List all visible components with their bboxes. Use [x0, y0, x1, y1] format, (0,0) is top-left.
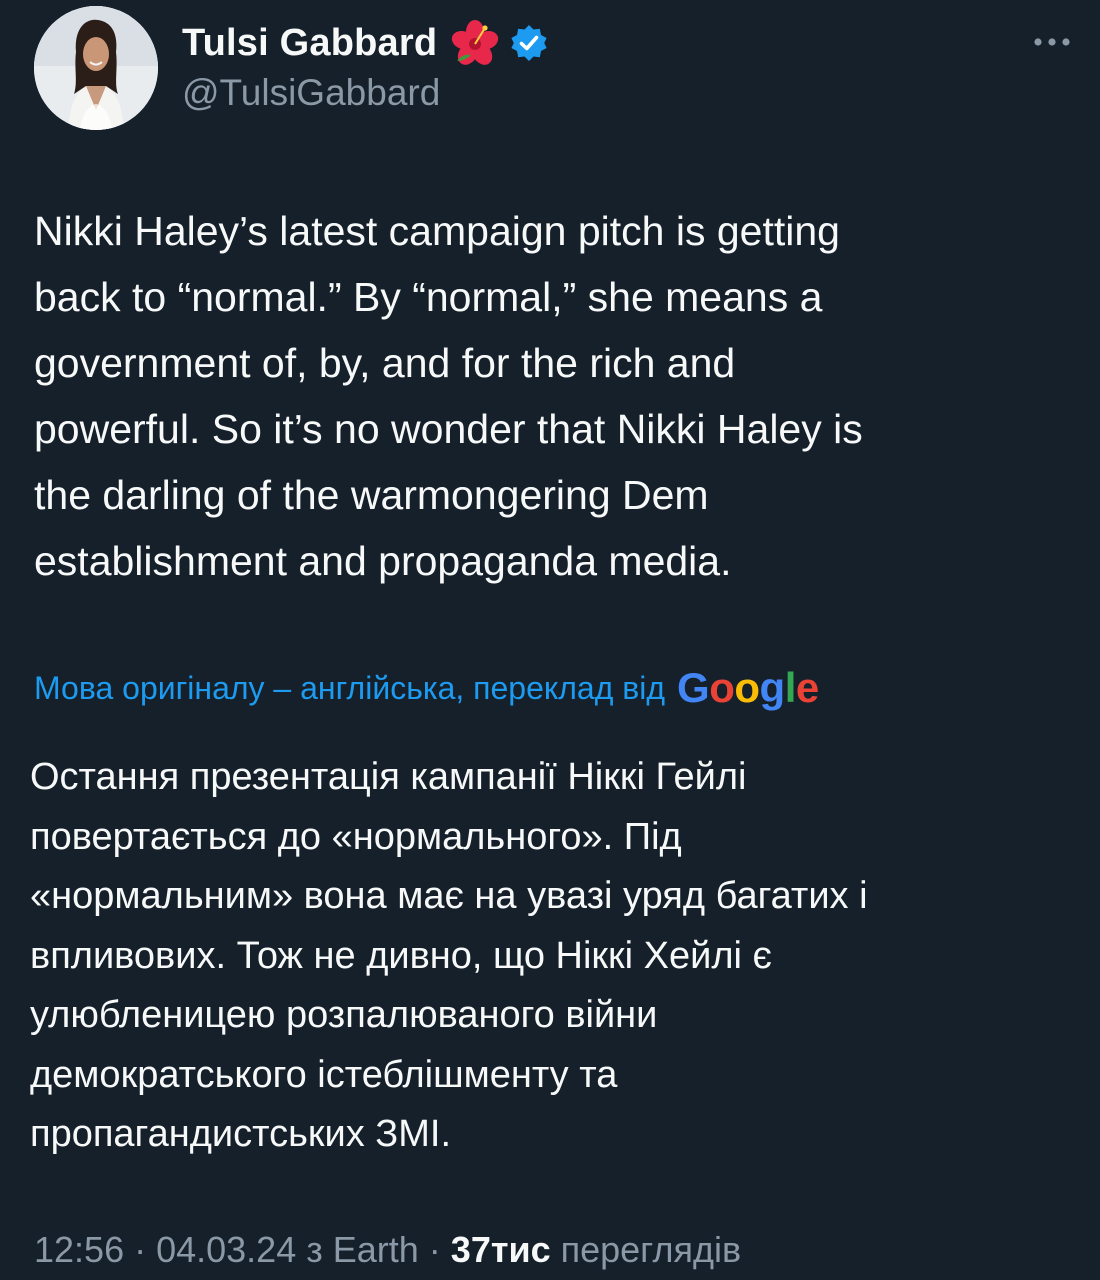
- translation-attribution[interactable]: Мова оригіналу – англійська, переклад ві…: [34, 660, 819, 716]
- verified-badge-icon[interactable]: [509, 23, 549, 63]
- tweet-time[interactable]: 12:56: [34, 1229, 124, 1271]
- author-display-name[interactable]: Tulsi Gabbard: [182, 22, 437, 65]
- hibiscus-icon: [449, 17, 501, 69]
- tweet-date[interactable]: 04.03.24: [156, 1229, 296, 1271]
- google-logo: Google: [677, 664, 819, 711]
- more-options-icon[interactable]: [1030, 32, 1074, 52]
- avatar[interactable]: [34, 6, 158, 130]
- tweet-source: з Earth: [306, 1229, 419, 1270]
- translation-label[interactable]: Мова оригіналу – англійська, переклад ві…: [34, 670, 665, 707]
- tweet-header: Tulsi Gabbard @TulsiGabbard: [34, 6, 1074, 130]
- views-count[interactable]: 37тис: [451, 1229, 551, 1271]
- tweet-meta: 12:56 · 04.03.24 з Earth · 37тис перегля…: [34, 1226, 741, 1274]
- meta-separator: ·: [428, 1229, 441, 1270]
- translated-text: Остання презентація кампанії Ніккі Гейлі…: [30, 756, 868, 1155]
- author-name-row: Tulsi Gabbard: [182, 18, 549, 68]
- views-label: переглядів: [560, 1229, 742, 1270]
- meta-separator: ·: [134, 1229, 147, 1270]
- tweet-text: Nikki Haley’s latest campaign pitch is g…: [34, 208, 863, 584]
- author-handle[interactable]: @TulsiGabbard: [182, 72, 440, 114]
